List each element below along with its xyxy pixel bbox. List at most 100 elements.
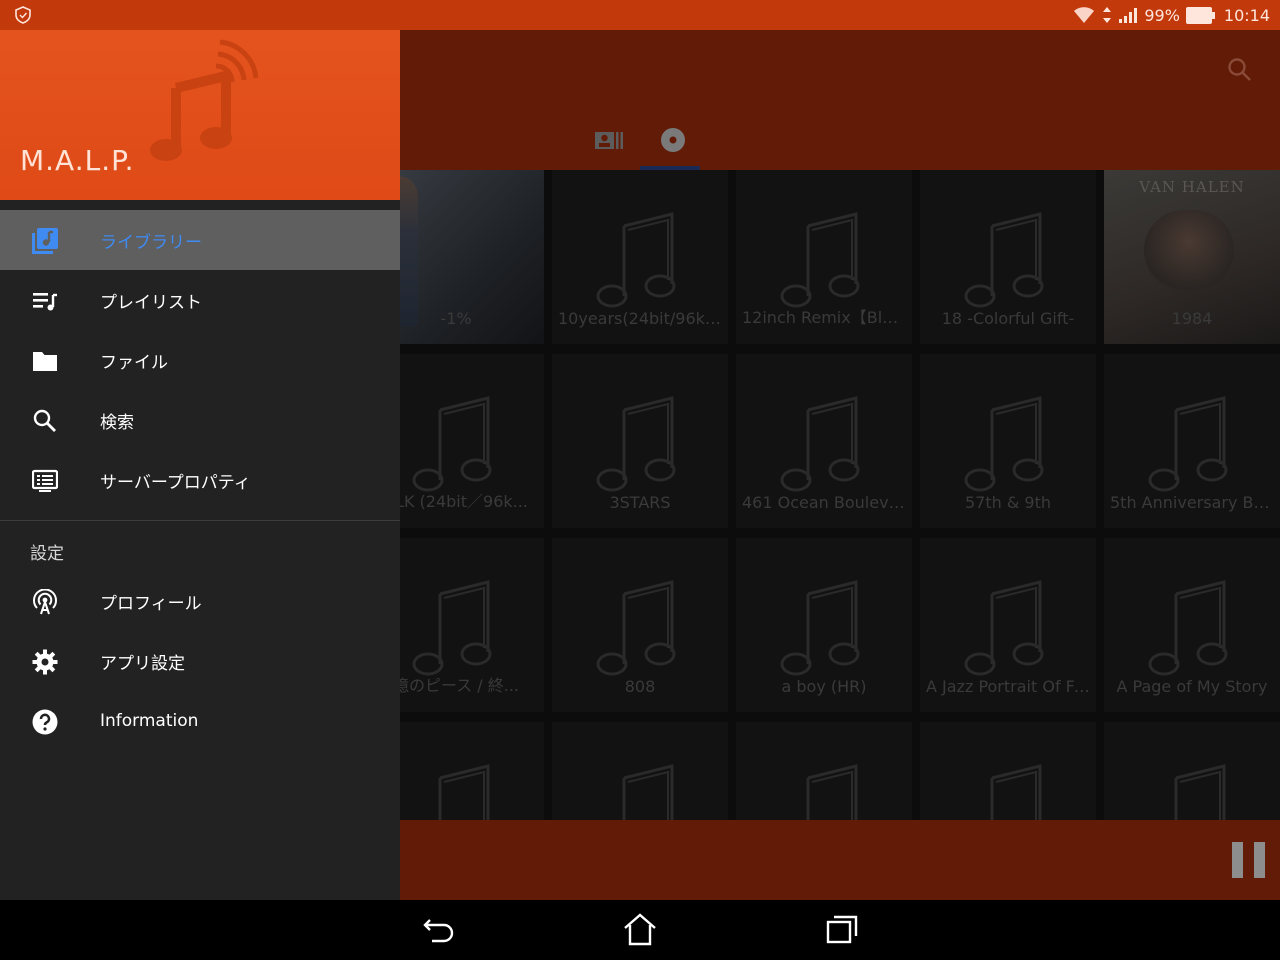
music-note-placeholder-icon <box>412 396 492 492</box>
album-tile[interactable] <box>920 722 1096 820</box>
settings-section-header: 設定 <box>30 543 64 564</box>
nav-item-search[interactable]: 検索 <box>0 390 400 450</box>
album-title: 億のピース / 終... <box>400 676 520 695</box>
album-tile[interactable] <box>552 722 728 820</box>
playlist-icon <box>33 293 57 311</box>
album-tile[interactable] <box>1104 722 1280 820</box>
wifi-icon <box>1074 7 1095 23</box>
music-note-placeholder-icon <box>964 212 1044 308</box>
music-note-placeholder-icon <box>596 580 676 676</box>
home-icon[interactable] <box>622 912 658 948</box>
search-icon <box>33 409 56 432</box>
music-note-placeholder-icon <box>990 764 1042 820</box>
album-tile[interactable]: 461 Ocean Boulevard <box>736 354 912 528</box>
album-grid: -1% 10years(24bit/96kH... 12inch Remix【Blu… <box>400 170 1280 820</box>
music-note-placeholder-icon <box>780 580 860 676</box>
album-title: 808 <box>624 677 656 696</box>
nav-label: プロフィール <box>100 593 202 614</box>
album-tile[interactable]: -1% <box>400 170 544 344</box>
recent-apps-icon[interactable] <box>824 912 860 948</box>
nav-item-library[interactable]: ライブラリー <box>0 210 400 270</box>
music-note-placeholder-icon <box>596 396 676 492</box>
folder-icon <box>33 352 57 371</box>
album-tile[interactable]: 808 <box>552 538 728 712</box>
tab-artists[interactable] <box>592 126 626 154</box>
status-bar: 99% 10:14 <box>0 0 1280 30</box>
album-art-text: VAN HALEN <box>1139 178 1245 196</box>
nav-item-files[interactable]: ファイル <box>0 330 400 390</box>
music-note-placeholder-icon <box>964 396 1044 492</box>
album-title: 461 Ocean Boulevard <box>742 493 912 512</box>
server-properties-icon <box>32 469 58 492</box>
nav-item-server-properties[interactable]: サーバープロパティ <box>0 450 400 510</box>
back-icon[interactable] <box>420 912 456 948</box>
music-note-placeholder-icon <box>806 764 858 820</box>
music-note-wifi-icon <box>150 39 258 161</box>
nav-label: サーバープロパティ <box>100 472 251 493</box>
nav-item-app-settings[interactable]: アプリ設定 <box>0 631 400 691</box>
data-arrows-icon <box>1103 7 1112 23</box>
pause-bar-left <box>1232 842 1243 878</box>
music-note-placeholder-icon <box>780 396 860 492</box>
gear-icon <box>32 649 58 675</box>
search-icon[interactable] <box>1226 56 1254 84</box>
album-tile[interactable]: VAN HALEN 1984 <box>1104 170 1280 344</box>
album-title: 5th Anniversary Best <box>1110 493 1278 512</box>
nav-item-playlists[interactable]: プレイリスト <box>0 270 400 330</box>
signal-icon <box>1119 8 1138 23</box>
album-tile[interactable]: a boy (HR) <box>736 538 912 712</box>
album-title: 57th & 9th <box>964 493 1051 512</box>
navigation-drawer: M.A.L.P. ライブラリー プレイリスト ファイル 検索 サーバープロパティ… <box>0 30 400 900</box>
album-tile[interactable]: 57th & 9th <box>920 354 1096 528</box>
tab-albums[interactable] <box>656 126 690 154</box>
album-tile[interactable]: A Jazz Portrait Of Fr... <box>920 538 1096 712</box>
album-tile[interactable]: 18 -Colorful Gift- <box>920 170 1096 344</box>
album-title: a boy (HR) <box>781 677 867 696</box>
nav-item-profiles[interactable]: プロフィール <box>0 571 400 631</box>
album-title: -1% <box>440 309 472 328</box>
nav-label: アプリ設定 <box>100 653 185 674</box>
album-tile[interactable] <box>736 722 912 820</box>
profile-antenna-icon <box>33 589 57 615</box>
library-music-icon <box>32 228 58 254</box>
nav-label: プレイリスト <box>100 292 202 313</box>
view-tabs <box>592 126 690 154</box>
nav-label: ファイル <box>100 352 168 373</box>
clock: 10:14 <box>1223 5 1270 25</box>
album-tile[interactable]: A Page of My Story <box>1104 538 1280 712</box>
app-title: M.A.L.P. <box>20 144 135 177</box>
album-title: 3STARS <box>609 493 671 512</box>
music-note-placeholder-icon <box>1148 580 1228 676</box>
album-tile[interactable]: ALK (24bit／96k... <box>400 354 544 528</box>
main-content: -1% 10years(24bit/96kH... 12inch Remix【Blu… <box>400 30 1280 900</box>
pause-button[interactable] <box>1232 842 1266 878</box>
music-note-placeholder-icon <box>780 212 860 308</box>
album-art <box>1144 210 1234 290</box>
drawer-nav: ライブラリー プレイリスト ファイル 検索 サーバープロパティ 設定 プロフィー… <box>0 210 400 751</box>
now-playing-bar[interactable] <box>400 820 1280 900</box>
album-title: A Page of My Story <box>1116 677 1268 696</box>
album-tile[interactable]: 億のピース / 終... <box>400 538 544 712</box>
nav-item-information[interactable]: Information <box>0 691 400 751</box>
album-title: A Jazz Portrait Of Fr... <box>926 677 1095 696</box>
album-title: 10years(24bit/96kH... <box>558 309 728 328</box>
album-tile[interactable] <box>400 722 544 820</box>
help-icon <box>32 709 58 735</box>
nav-label: Information <box>100 711 199 731</box>
music-note-placeholder-icon <box>412 580 492 676</box>
music-note-placeholder-icon <box>438 764 490 820</box>
nav-label: ライブラリー <box>100 232 202 253</box>
album-title: 1984 <box>1171 309 1213 328</box>
music-note-placeholder-icon <box>1148 396 1228 492</box>
app-bar <box>400 30 1280 170</box>
drawer-header: M.A.L.P. <box>0 30 400 200</box>
pause-bar-right <box>1254 842 1265 878</box>
album-title: ALK (24bit／96k... <box>400 492 528 511</box>
artist-icon <box>595 132 623 149</box>
music-note-placeholder-icon <box>1174 764 1226 820</box>
album-tile[interactable]: 5th Anniversary Best <box>1104 354 1280 528</box>
battery-percent: 99% <box>1144 5 1180 25</box>
album-tile[interactable]: 10years(24bit/96kH... <box>552 170 728 344</box>
album-tile[interactable]: 12inch Remix【Blu-... <box>736 170 912 344</box>
album-tile[interactable]: 3STARS <box>552 354 728 528</box>
